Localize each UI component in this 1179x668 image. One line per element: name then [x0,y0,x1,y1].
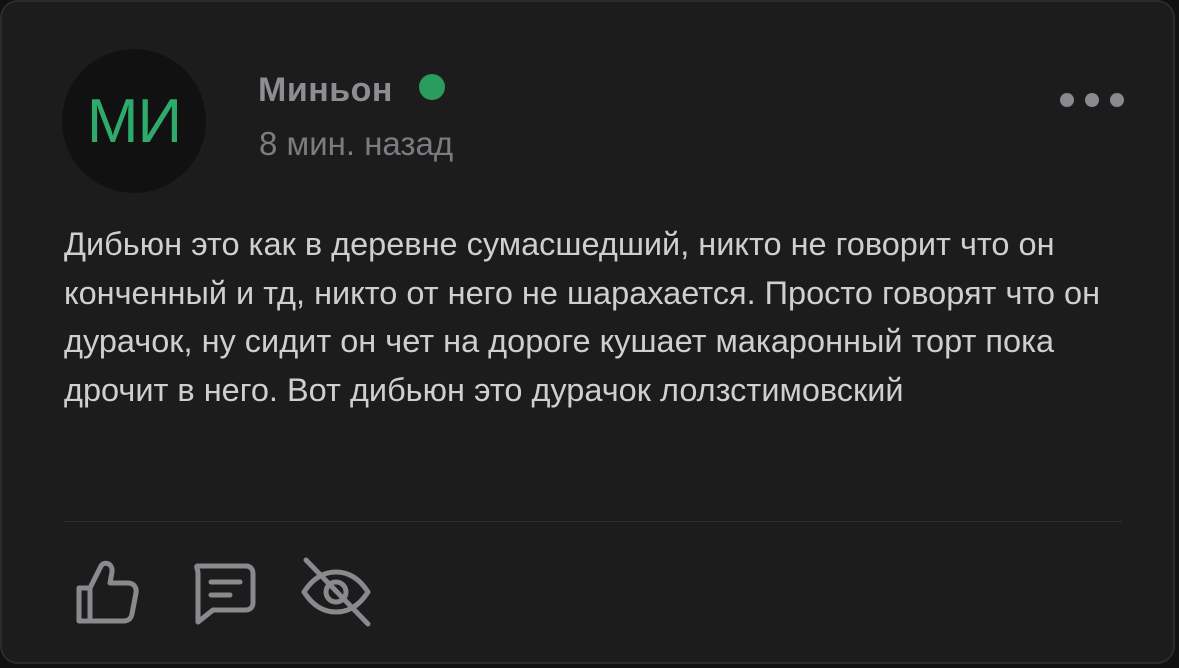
more-horizontal-icon-dot [1060,93,1074,107]
post-body-text: Дибьюн это как в деревне сумасшедший, ни… [64,226,1101,408]
hide-button[interactable] [298,554,374,630]
like-button[interactable] [68,554,144,630]
comment-button[interactable] [184,554,260,630]
eye-off-icon [301,557,371,627]
avatar[interactable]: МИ [62,49,206,193]
author-name[interactable]: Миньон [258,71,393,110]
more-horizontal-icon-dot [1110,93,1124,107]
more-horizontal-icon-dot [1085,93,1099,107]
divider [64,521,1122,522]
post-card: МИ Миньон 8 мин. назад Дибьюн это как в … [0,0,1175,664]
thumbs-up-icon [76,560,139,624]
more-options-button[interactable] [1060,90,1124,110]
online-status-indicator [418,74,445,100]
comment-icon [194,563,256,625]
author-row: Миньон [258,68,445,112]
post-timestamp: 8 мин. назад [259,125,454,162]
